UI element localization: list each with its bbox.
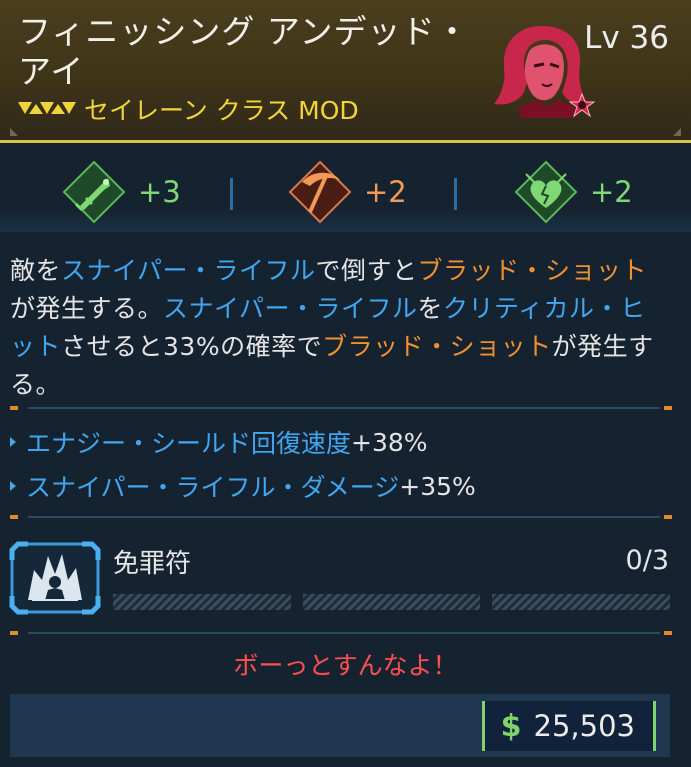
siren-portrait-icon [494,26,596,118]
divider-tick [10,631,18,635]
section-divider [10,631,672,635]
description-text: させると33%の確率で [61,332,323,361]
description-text: を [417,294,444,323]
perk-progress-segment [302,594,481,610]
stat-value: +35% [399,471,476,501]
stat-row: スナイパー・ライフル・ダメージ +35% [10,464,670,508]
item-stats: エナジー・シールド回復速度 +38% スナイパー・ライフル・ダメージ +35% [10,420,670,508]
description-text: 敵を [10,256,62,285]
item-description: 敵をスナイパー・ライフルで倒すとブラッド・ショットが発生する。スナイパー・ライフ… [10,252,670,404]
skill-bonuses: +3 +2 +2 [0,148,691,236]
stat-value: +38% [351,427,428,457]
sniper-rifle-rocket-icon [62,160,126,224]
cracked-heart-icon [514,160,578,224]
section-divider [10,406,672,410]
item-footer: $ 25,503 [10,694,670,757]
perk-progress-segment [492,594,671,610]
stat-name: スナイパー・ライフル・ダメージ [26,473,400,502]
skill-bonus-2[interactable]: +2 [288,158,407,226]
divider-line [28,632,660,634]
divider-tick [664,631,672,635]
skill-divider [454,178,457,210]
stat-arrow-icon [10,437,16,447]
item-rarity-row: セイレーン クラス MOD [18,94,359,125]
divider-line [28,407,660,409]
divider-line [28,516,660,518]
price-box: $ 25,503 [481,701,656,751]
stat-row: エナジー・シールド回復速度 +38% [10,420,670,464]
description-keyword: スナイパー・ライフル [163,294,418,323]
perk-progress-segment [113,594,291,610]
item-name: フィニッシング アンデッド・アイ [18,12,470,91]
explosion-figure-icon[interactable] [8,540,102,616]
item-card: フィニッシング アンデッド・アイ Lv 36 セイレーン クラス MOD +3 … [0,0,691,767]
section-divider [10,515,672,519]
skill-bonus-1[interactable]: +3 [62,158,181,226]
divider-tick [10,515,18,519]
description-text: で倒すと [315,256,418,285]
header-corner-left [10,128,18,136]
description-text: が発生する。 [10,294,164,323]
perk-count: 0/3 [625,545,669,576]
divider-tick [664,406,672,410]
description-keyword: スナイパー・ライフル [61,256,316,285]
divider-tick [664,515,672,519]
stat-name: エナジー・シールド回復速度 [26,429,352,458]
item-class-type: セイレーン クラス MOD [84,96,359,125]
stat-arrow-icon [10,481,16,491]
skill-bonus-value: +2 [590,175,633,209]
perk-name: 免罪符 [113,549,192,579]
item-header: フィニッシング アンデッド・アイ Lv 36 セイレーン クラス MOD [0,0,691,143]
item-price: 25,503 [533,709,635,743]
scythe-icon [288,160,352,224]
perk-progress [113,594,671,610]
skill-bonus-value: +2 [364,175,407,209]
header-corner-right [673,128,681,136]
divider-tick [10,406,18,410]
dollar-icon: $ [500,708,522,744]
rarity-chevrons-icon [18,102,76,114]
flavor-text: ボーっとすんなよ！ [233,651,458,680]
skill-bonus-3[interactable]: +2 [514,158,633,226]
description-keyword: ブラッド・ショット [417,256,648,285]
skill-divider [230,178,233,210]
description-keyword: ブラッド・ショット [322,332,552,361]
skill-bonus-value: +3 [138,175,181,209]
